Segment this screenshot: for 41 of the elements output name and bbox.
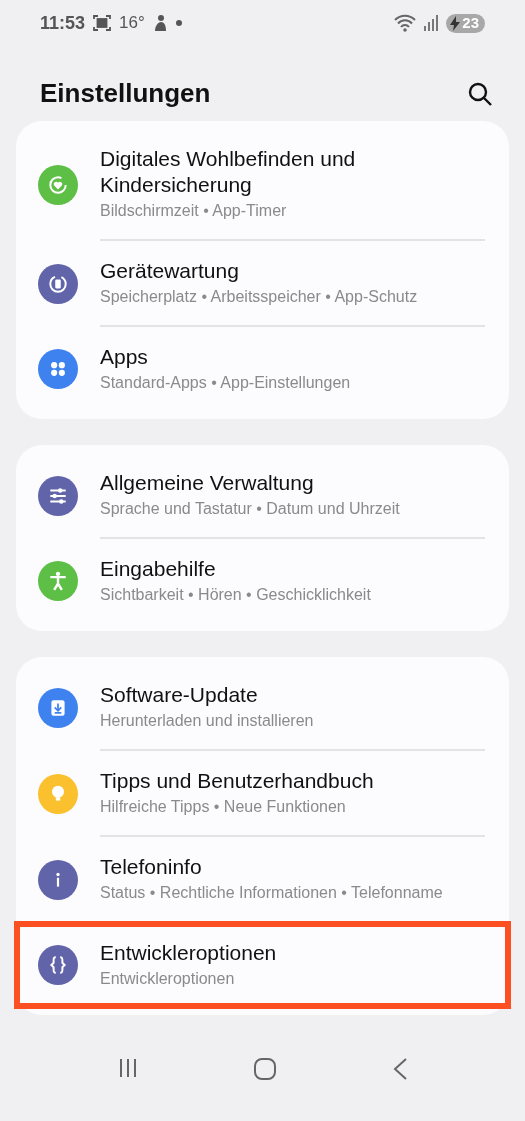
item-subtitle: Status • Rechtliche Informationen • Telefonname [100,883,444,904]
settings-item[interactable]: Software-Update Herunterladen und installieren [16,665,509,752]
item-subtitle: Standard-Apps • App-Einstellungen [100,373,352,394]
battery-indicator: 23 [446,13,485,33]
item-title: Software-Update [100,682,259,709]
signal-icon [424,15,439,31]
item-title: Eingabehilfe [100,556,217,583]
item-title: Allgemeine Verwaltung [100,470,315,497]
screenshot-icon [93,14,112,32]
settings-item[interactable]: Telefoninfo Status • Rechtliche Informationen • Telefonname [16,837,509,924]
wifi-icon [394,14,417,32]
back-button[interactable] [391,1057,408,1082]
page-title: Einstellungen [40,78,211,110]
search-button[interactable] [467,80,493,107]
item-title: Entwickleroptionen [100,940,278,967]
item-subtitle: Bildschirmzeit • App-Timer [100,201,288,222]
item-subtitle: Sichtbarkeit • Hören • Geschicklichkeit [100,585,372,606]
item-title: Apps [100,344,149,371]
item-title: Telefoninfo [100,854,203,881]
item-subtitle: Sprache und Tastatur • Datum und Uhrzeit [100,499,401,520]
item-title: Tipps und Benutzerhandbuch [100,768,375,795]
figure-icon [152,14,167,32]
temperature: 16° [119,12,145,35]
settings-item[interactable]: Apps Standard-Apps • App-Einstellungen [16,327,509,412]
clock: 11:53 [40,11,86,35]
settings-item[interactable]: Tipps und Benutzerhandbuch Hilfreiche Tipps • Neue Funktionen [16,751,509,838]
item-title: Digitales Wohlbefinden und Kindersicherung [100,146,357,199]
settings-item[interactable]: Gerätewartung Speicherplatz • Arbeitsspeicher • App-Schutz [16,241,509,328]
item-title: Gerätewartung [100,258,240,285]
item-subtitle: Entwickleroptionen [100,969,236,990]
settings-item[interactable]: Allgemeine Verwaltung Sprache und Tastatur • Datum und Uhrzeit [16,453,509,540]
dot-icon [174,19,183,27]
item-subtitle: Hilfreiche Tipps • Neue Funktionen [100,797,347,818]
charging-icon [450,15,461,31]
item-subtitle: Speicherplatz • Arbeitsspeicher • App-Schutz [100,287,419,308]
settings-item[interactable]: Digitales Wohlbefinden und Kindersicherung Bildschirmzeit • App-Timer [16,129,509,242]
item-subtitle: Herunterladen und installieren [100,711,315,732]
search-icon [467,80,493,107]
home-button[interactable] [253,1057,278,1082]
settings-item[interactable]: Eingabehilfe Sichtbarkeit • Hören • Geschicklichkeit [16,539,509,624]
settings-item[interactable]: Entwickleroptionen Entwickleroptionen [16,923,509,1008]
